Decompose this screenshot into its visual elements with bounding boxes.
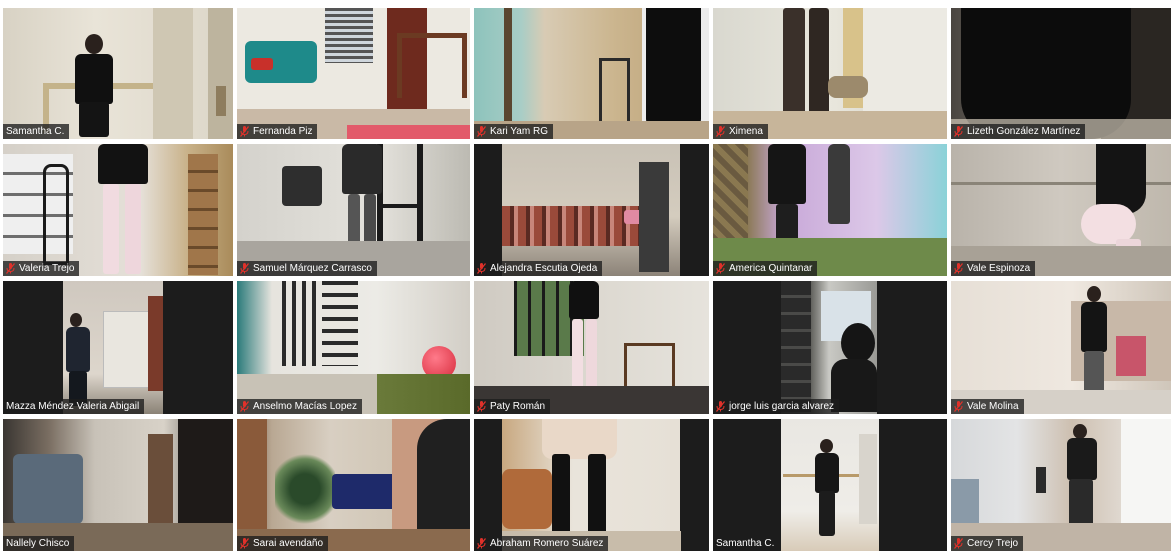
video-feed [474, 281, 709, 414]
video-feed [951, 144, 1171, 276]
participant-name: Vale Molina [967, 401, 1019, 412]
participant-name: Samantha C. [6, 126, 65, 137]
mic-muted-icon [954, 263, 963, 274]
video-tile[interactable]: Lizeth González Martínez [951, 8, 1171, 139]
video-feed [713, 8, 947, 139]
mic-muted-icon [240, 126, 249, 137]
participant-name-label: America Quintanar [713, 261, 818, 276]
video-feed [951, 419, 1171, 551]
video-tile[interactable]: Samantha C. [3, 8, 233, 139]
video-tile[interactable]: Nallely Chisco [3, 419, 233, 551]
video-tile[interactable]: Vale Espinoza [951, 144, 1171, 276]
video-feed [237, 419, 470, 551]
mic-muted-icon [954, 401, 963, 412]
participant-name-label: Ximena [713, 124, 768, 139]
participant-name: Mazza Méndez Valeria Abigail [6, 401, 140, 412]
video-feed [474, 144, 709, 276]
participant-name-label: Vale Molina [951, 399, 1024, 414]
participant-name: Vale Espinoza [967, 263, 1031, 274]
participant-name: jorge luis garcia alvarez [729, 401, 835, 412]
participant-name-label: Valeria Trejo [3, 261, 80, 276]
video-grid: Samantha C. Fernanda Piz Kari Yam RG Xim… [3, 8, 1171, 551]
video-tile[interactable]: Kari Yam RG [474, 8, 709, 139]
video-feed [3, 281, 233, 414]
participant-name-label: Fernanda Piz [237, 124, 318, 139]
mic-muted-icon [477, 126, 486, 137]
participant-name: Paty Román [490, 401, 546, 412]
participant-name-label: Paty Román [474, 399, 551, 414]
video-tile[interactable]: Abraham Romero Suárez [474, 419, 709, 551]
participant-name: Fernanda Piz [253, 126, 313, 137]
video-tile[interactable]: Fernanda Piz [237, 8, 470, 139]
video-feed [3, 419, 233, 551]
video-feed [237, 8, 470, 139]
participant-name: Lizeth González Martínez [967, 126, 1081, 137]
mic-muted-icon [954, 126, 963, 137]
video-feed [237, 144, 470, 276]
video-feed [474, 419, 709, 551]
mic-muted-icon [240, 401, 249, 412]
participant-name-label: jorge luis garcia alvarez [713, 399, 840, 414]
video-feed [951, 281, 1171, 414]
mic-muted-icon [716, 126, 725, 137]
mic-muted-icon [716, 263, 725, 274]
mic-muted-icon [6, 263, 15, 274]
mic-muted-icon [240, 263, 249, 274]
participant-name-label: Anselmo Macías Lopez [237, 399, 362, 414]
video-tile[interactable]: jorge luis garcia alvarez [713, 281, 947, 414]
participant-name-label: Alejandra Escutia Ojeda [474, 261, 603, 276]
mic-muted-icon [477, 263, 486, 274]
participant-name-label: Vale Espinoza [951, 261, 1036, 276]
video-tile[interactable]: Ximena [713, 8, 947, 139]
video-feed [3, 8, 233, 139]
participant-name: Samuel Márquez Carrasco [253, 263, 372, 274]
video-feed [237, 281, 470, 414]
video-tile[interactable]: Cercy Trejo [951, 419, 1171, 551]
video-tile[interactable]: America Quintanar [713, 144, 947, 276]
participant-name-label: Lizeth González Martínez [951, 124, 1086, 139]
video-feed [713, 144, 947, 276]
participant-name: Ximena [729, 126, 763, 137]
video-tile[interactable]: Mazza Méndez Valeria Abigail [3, 281, 233, 414]
participant-name-label: Kari Yam RG [474, 124, 553, 139]
participant-name: Valeria Trejo [19, 263, 75, 274]
participant-name: Alejandra Escutia Ojeda [490, 263, 598, 274]
participant-name-label: Samantha C. [3, 124, 70, 139]
video-feed [713, 281, 947, 414]
participant-name-label: Mazza Méndez Valeria Abigail [3, 399, 145, 414]
video-feed [474, 8, 709, 139]
video-tile[interactable]: Samantha C. [713, 419, 947, 551]
video-feed [951, 8, 1171, 139]
video-tile[interactable]: Paty Román [474, 281, 709, 414]
participant-name: Kari Yam RG [490, 126, 548, 137]
mic-muted-icon [477, 401, 486, 412]
video-tile[interactable]: Anselmo Macías Lopez [237, 281, 470, 414]
participant-name-label: Samuel Márquez Carrasco [237, 261, 377, 276]
participant-name: America Quintanar [729, 263, 813, 274]
video-tile[interactable]: Sarai avendaño [237, 419, 470, 551]
participant-name: Anselmo Macías Lopez [253, 401, 357, 412]
video-tile[interactable]: Vale Molina [951, 281, 1171, 414]
video-feed [713, 419, 947, 551]
video-feed [3, 144, 233, 276]
video-tile[interactable]: Valeria Trejo [3, 144, 233, 276]
mic-muted-icon [716, 401, 725, 412]
video-tile[interactable]: Samuel Márquez Carrasco [237, 144, 470, 276]
video-tile[interactable]: Alejandra Escutia Ojeda [474, 144, 709, 276]
